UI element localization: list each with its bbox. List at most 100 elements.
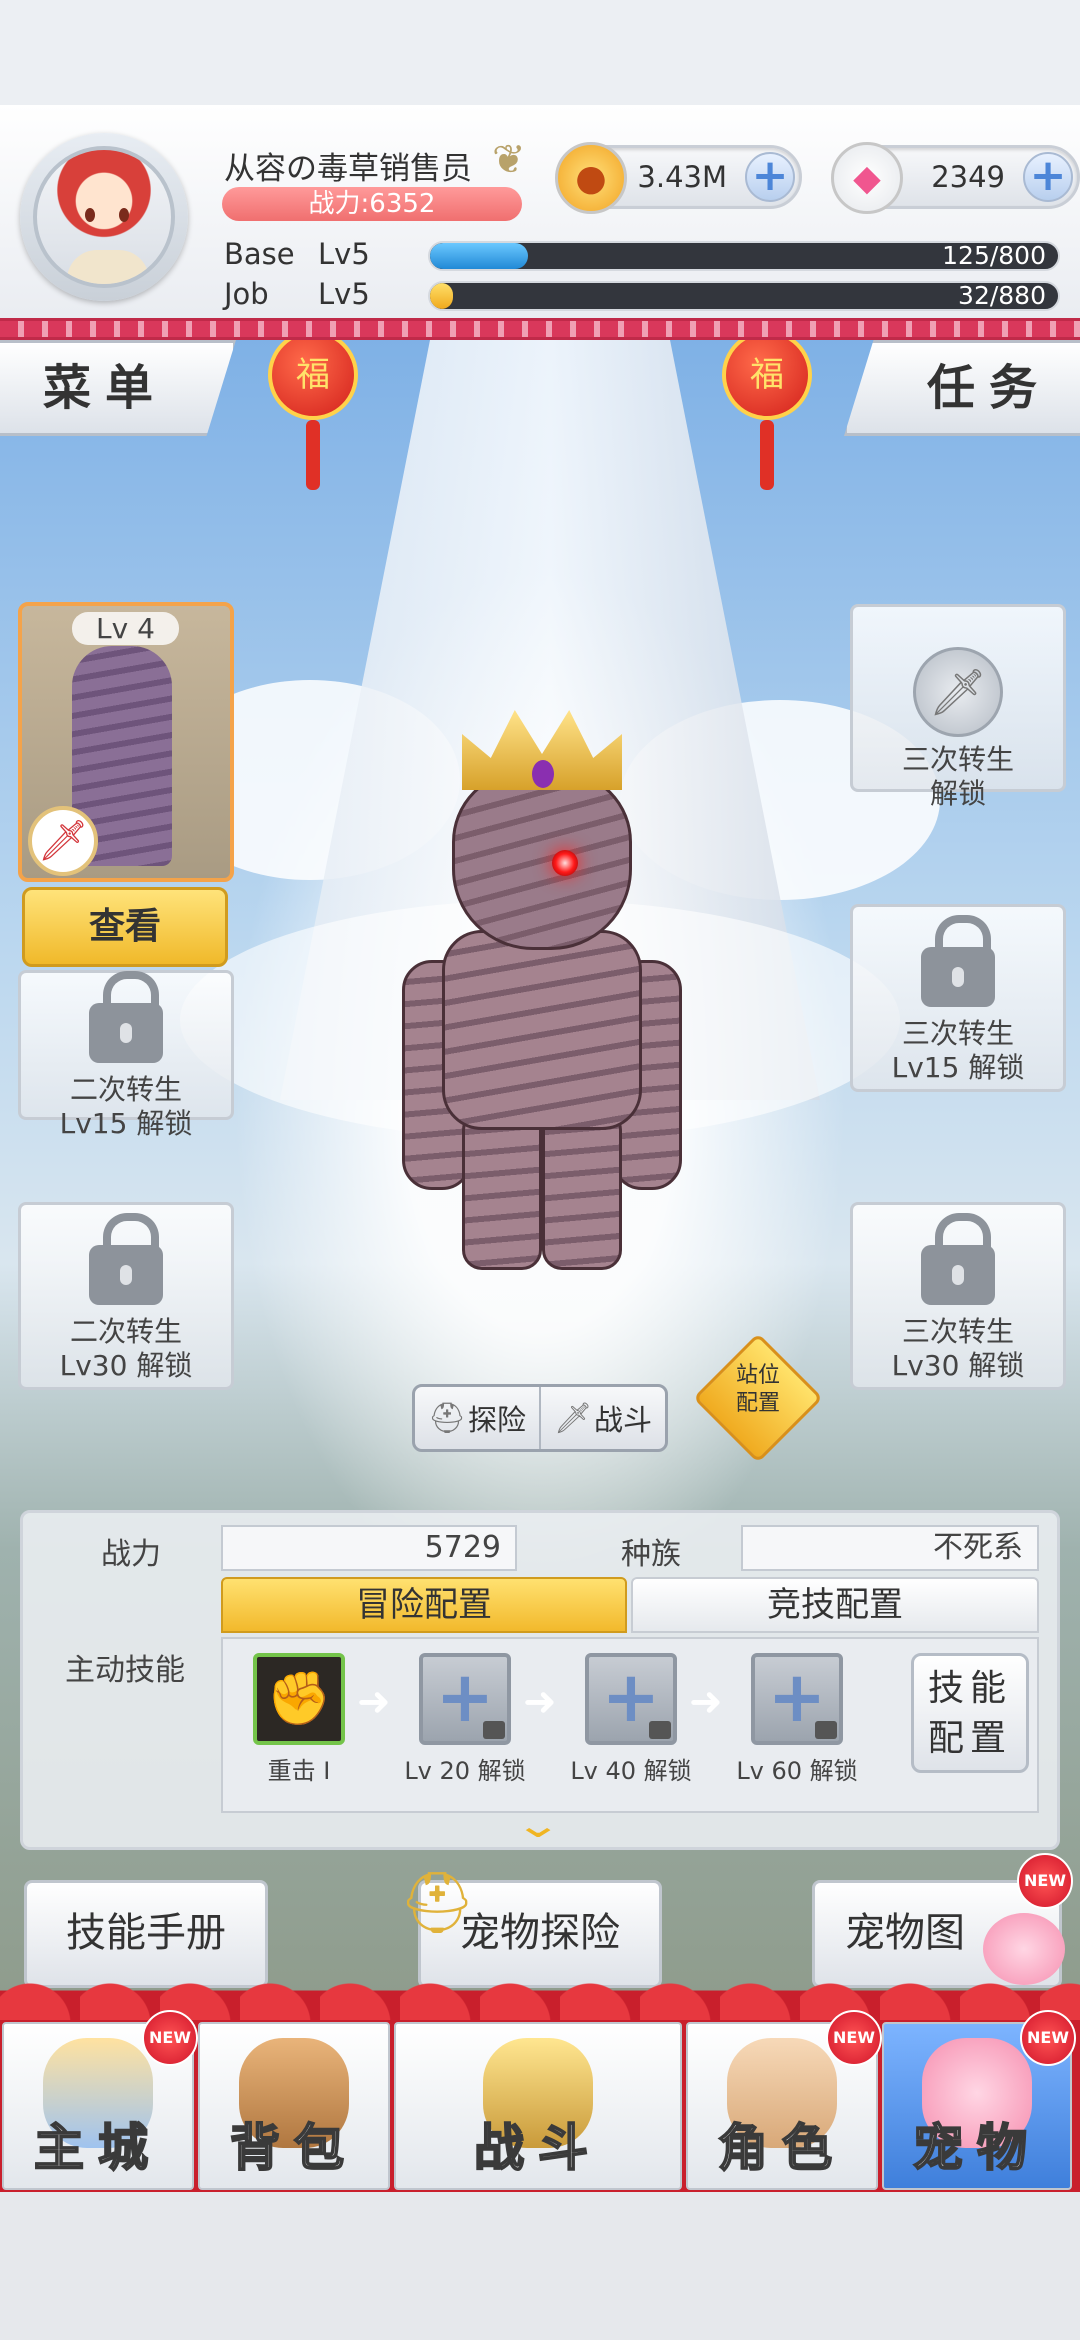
- lock-icon: [89, 1213, 163, 1305]
- gem-currency: ◆ 2349 +: [831, 142, 1080, 214]
- nav-label: 战斗: [473, 2118, 602, 2178]
- lock-icon: [483, 1721, 505, 1739]
- slot-requirement: Lv15 解锁: [59, 1107, 193, 1140]
- race-label: 种族: [621, 1537, 681, 1572]
- base-exp-fill: [430, 243, 528, 269]
- lock-icon: [921, 1213, 995, 1305]
- new-badge: NEW: [1020, 2010, 1076, 2066]
- locked-slot-right-1[interactable]: 🗡 三次转生 解锁: [850, 604, 1066, 810]
- job-exp-bar: 32/880: [428, 281, 1060, 311]
- locked-slot-right-3[interactable]: 三次转生 Lv30 解锁: [850, 1202, 1066, 1390]
- avatar-frame[interactable]: [20, 133, 188, 301]
- skill-config-line-1: 技能: [927, 1668, 1012, 1709]
- arrow-right-icon: ➜: [523, 1679, 557, 1725]
- race-value: 不死系: [741, 1525, 1039, 1571]
- lock-icon: [921, 915, 995, 1007]
- view-button[interactable]: 查看: [22, 887, 228, 967]
- mode-toggle: ⛑ 探险 🗡 战斗: [412, 1384, 668, 1452]
- decorative-lace: [0, 318, 1080, 340]
- add-gem-button[interactable]: +: [1023, 152, 1073, 202]
- job-exp-text: 32/880: [958, 281, 1046, 310]
- formation-line-1: 站位: [735, 1363, 780, 1388]
- avatar[interactable]: [33, 146, 175, 288]
- tab-arena-config[interactable]: 竞技配置: [631, 1577, 1039, 1633]
- helmet-icon: ⛑: [427, 1400, 467, 1436]
- nav-backpack[interactable]: 背包: [198, 2022, 390, 2190]
- system-bar-area: [0, 2192, 1080, 2340]
- pet-info-panel: 战力 5729 种族 不死系 主动技能 冒险配置 竞技配置 ✊ ➜ + ➜ + …: [20, 1510, 1060, 1850]
- slot-title: 三次转生: [901, 1315, 1014, 1348]
- fist-icon: ✊: [266, 1669, 332, 1729]
- player-header: 从容の毒草销售员 ❦ 战力:6352 ● 3.43M + ◆ 2349 + Ba…: [0, 105, 1080, 327]
- menu-tab[interactable]: 菜单: [0, 340, 236, 436]
- skill-heavy-strike[interactable]: ✊: [253, 1653, 345, 1745]
- add-gold-button[interactable]: +: [745, 152, 795, 202]
- lock-icon: [815, 1721, 837, 1739]
- sword-icon: 🗡: [28, 806, 98, 876]
- nav-pet[interactable]: 宠物 NEW: [882, 2010, 1076, 2190]
- gold-coin-icon: ●: [555, 142, 627, 214]
- slot-title: 二次转生: [69, 1073, 182, 1106]
- power-value: 5729: [221, 1525, 517, 1571]
- sword-icon: 🗡: [913, 647, 1003, 737]
- job-level: Lv5: [318, 277, 370, 311]
- tab-adventure-config[interactable]: 冒险配置: [221, 1577, 627, 1633]
- skill-slot-locked[interactable]: +: [585, 1653, 677, 1745]
- gold-currency: ● 3.43M +: [555, 142, 802, 214]
- lantern-left: 福: [268, 340, 358, 490]
- base-label: Base: [224, 237, 295, 271]
- skill-slot-locked[interactable]: +: [751, 1653, 843, 1745]
- lock-icon: [649, 1721, 671, 1739]
- formation-line-2: 配置: [735, 1391, 780, 1416]
- slot-requirement: Lv15 解锁: [891, 1051, 1025, 1084]
- pet-card-mummy[interactable]: Lv 4 🗡: [18, 602, 234, 882]
- arrow-right-icon: ➜: [357, 1679, 391, 1725]
- glowing-eye: [552, 850, 578, 876]
- battle-label: 战斗: [594, 1403, 653, 1437]
- nav-character[interactable]: 角色 NEW: [686, 2010, 882, 2190]
- nav-label: 主城: [33, 2118, 162, 2178]
- explore-mode-button[interactable]: ⛑ 探险: [415, 1387, 539, 1449]
- skill-caption: Lv 40 解锁: [570, 1757, 692, 1785]
- chevron-down-icon[interactable]: ⌄: [514, 1805, 562, 1846]
- job-label: Job: [224, 277, 269, 311]
- bottom-nav: 主城 NEW 背包 战斗 角色 NEW 宠物 NEW: [0, 2010, 1080, 2192]
- lantern-fu: 福: [268, 340, 358, 420]
- base-exp-bar: 125/800: [428, 241, 1060, 271]
- skill-config-button[interactable]: 技能 配置: [911, 1653, 1029, 1773]
- nav-battle[interactable]: 战斗: [394, 2022, 682, 2190]
- pet-explore-label: 宠物探险: [460, 1910, 620, 1956]
- locked-slot-left-2[interactable]: 二次转生 Lv15 解锁: [18, 970, 234, 1140]
- wings-badge-icon[interactable]: ❦: [492, 137, 526, 183]
- nav-label: 角色: [717, 2118, 846, 2178]
- active-skills-label: 主动技能: [65, 1653, 185, 1688]
- nav-main-city[interactable]: 主城 NEW: [2, 2010, 198, 2190]
- pet-atlas-label: 宠物图: [845, 1910, 965, 1956]
- skill-config-line-2: 配置: [927, 1718, 1012, 1759]
- skill-caption: 重击 Ⅰ: [267, 1757, 331, 1785]
- skill-caption: Lv 20 解锁: [404, 1757, 526, 1785]
- skill-slot-locked[interactable]: +: [419, 1653, 511, 1745]
- power-label: 战力: [101, 1537, 161, 1572]
- task-tab[interactable]: 任务: [844, 340, 1080, 436]
- nav-label: 宠物: [912, 2118, 1041, 2178]
- player-power: 战力:6352: [222, 187, 522, 221]
- gem-icon: ◆: [831, 142, 903, 214]
- skill-slots: ✊ ➜ + ➜ + ➜ + 重击 Ⅰ Lv 20 解锁 Lv 40 解锁 Lv …: [221, 1637, 1039, 1813]
- battle-mode-button[interactable]: 🗡 战斗: [539, 1387, 665, 1449]
- slot-requirement: 解锁: [929, 777, 986, 810]
- mummy-character[interactable]: [392, 710, 688, 1270]
- formation-config-button[interactable]: 站位 配置: [692, 1332, 824, 1464]
- player-name: 从容の毒草销售员: [224, 151, 472, 187]
- locked-slot-left-3[interactable]: 二次转生 Lv30 解锁: [18, 1202, 234, 1390]
- arrow-right-icon: ➜: [689, 1679, 723, 1725]
- nav-label: 背包: [229, 2118, 358, 2178]
- base-level: Lv5: [318, 237, 370, 271]
- winged-helmet-icon: ⛑: [399, 1868, 476, 1938]
- explore-label: 探险: [468, 1403, 527, 1437]
- locked-slot-right-2[interactable]: 三次转生 Lv15 解锁: [850, 904, 1066, 1092]
- skill-caption: Lv 60 解锁: [736, 1757, 858, 1785]
- pet-level: Lv 4: [72, 612, 179, 645]
- slot-title: 三次转生: [901, 743, 1014, 776]
- gem-amount: 2349: [931, 160, 1005, 194]
